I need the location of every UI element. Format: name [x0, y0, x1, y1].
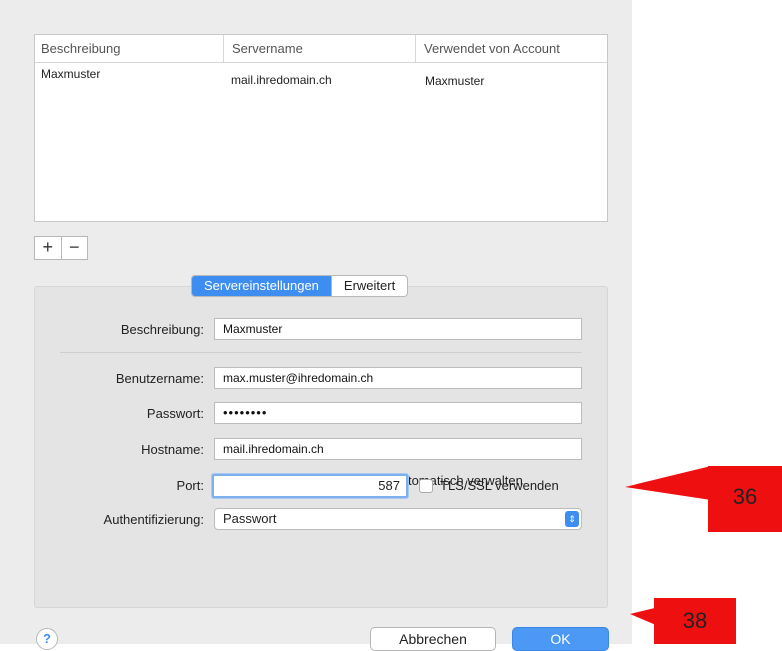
hostname-field[interactable]: mail.ihredomain.ch	[214, 438, 582, 460]
auth-label: Authentifizierung:	[103, 512, 204, 527]
tls-label: TLS/SSL verwenden	[440, 478, 559, 493]
tab-advanced[interactable]: Erweitert	[330, 276, 407, 296]
remove-server-button[interactable]: −	[60, 237, 88, 259]
description-field[interactable]: Maxmuster	[214, 318, 582, 340]
auth-select[interactable]: Passwort ⇕	[214, 508, 582, 530]
tls-checkbox[interactable]	[419, 479, 433, 493]
row-account: Maxmuster	[425, 74, 485, 88]
username-label: Benutzername:	[115, 371, 204, 386]
row-description: Maxmuster	[41, 67, 101, 81]
server-table: Beschreibung Servername Verwendet von Ac…	[34, 34, 608, 222]
auth-selected-value: Passwort	[223, 511, 277, 526]
add-server-button[interactable]: +	[35, 237, 61, 259]
port-label: Port:	[176, 478, 204, 493]
col-header-description[interactable]: Beschreibung	[41, 41, 121, 56]
tab-server-settings[interactable]: Servereinstellungen	[192, 276, 331, 296]
col-header-servername[interactable]: Servername	[223, 35, 303, 62]
col-header-account[interactable]: Verwendet von Account	[415, 35, 560, 62]
password-field[interactable]: ••••••••	[214, 402, 582, 424]
chevron-updown-icon: ⇕	[565, 511, 579, 527]
add-remove-control: + −	[34, 236, 88, 260]
hostname-label: Hostname:	[141, 442, 204, 457]
row-servername: mail.ihredomain.ch	[231, 73, 332, 87]
password-label: Passwort:	[146, 406, 204, 421]
table-header: Beschreibung Servername Verwendet von Ac…	[35, 35, 607, 63]
callout-38: 38	[654, 598, 736, 644]
divider	[60, 352, 582, 353]
settings-tabs: Servereinstellungen Erweitert	[191, 275, 409, 297]
username-field[interactable]: max.muster@ihredomain.ch	[214, 367, 582, 389]
cancel-button[interactable]: Abbrechen	[370, 627, 496, 651]
callout-36: 36	[708, 466, 782, 532]
help-button[interactable]: ?	[36, 628, 58, 650]
smtp-server-dialog: Beschreibung Servername Verwendet von Ac…	[0, 0, 632, 651]
table-row[interactable]: Maxmuster mail.ihredomain.ch Maxmuster	[35, 65, 607, 91]
port-field[interactable]: 587	[212, 474, 408, 498]
description-label: Beschreibung:	[120, 322, 204, 337]
ok-button[interactable]: OK	[512, 627, 609, 651]
callout-36-pointer	[625, 466, 711, 500]
